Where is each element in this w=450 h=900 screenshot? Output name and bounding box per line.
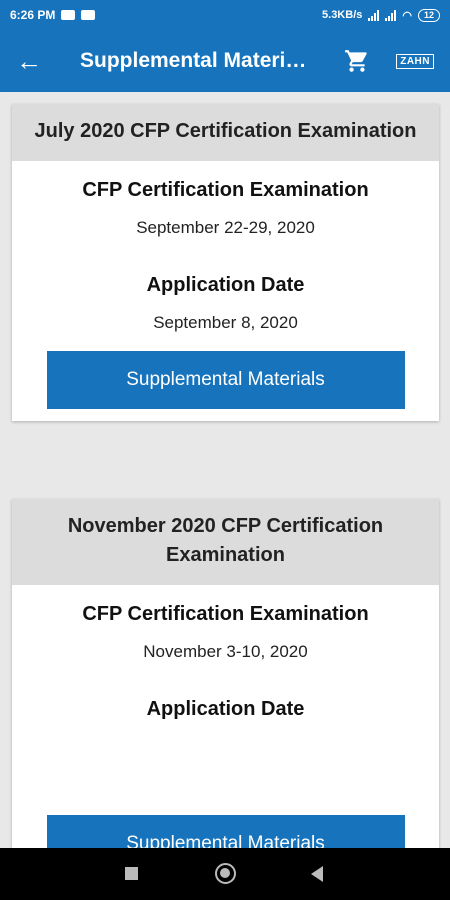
youtube-icon xyxy=(81,10,96,20)
supplemental-materials-button[interactable]: Supplemental Materials xyxy=(46,351,405,409)
exam-card: July 2020 CFP Certification Examination … xyxy=(12,104,439,421)
network-speed: 5.3KB/s xyxy=(322,9,363,21)
recents-icon[interactable] xyxy=(125,867,138,880)
back-triangle-icon[interactable] xyxy=(311,866,323,882)
card-body: CFP Certification Examination November 3… xyxy=(12,585,439,848)
shopping-cart-icon[interactable] xyxy=(344,48,370,74)
application-date-label: Application Date xyxy=(146,698,305,720)
application-date: September 8, 2020 xyxy=(153,313,298,332)
status-time: 6:26 PM xyxy=(10,8,56,22)
app-bar: ← Supplemental Materials ZAHN xyxy=(0,30,450,92)
status-bar: 6:26 PM 5.3KB/s ◠ 12 xyxy=(0,0,450,30)
message-icon xyxy=(61,10,76,20)
card-header: November 2020 CFP Certification Examinat… xyxy=(12,499,439,585)
page-title: Supplemental Materials xyxy=(80,49,312,72)
back-arrow-icon[interactable]: ← xyxy=(16,48,46,74)
application-date-label: Application Date xyxy=(146,274,305,296)
battery-icon: 12 xyxy=(417,8,440,22)
signal-2-icon xyxy=(385,9,397,21)
application-date xyxy=(12,737,439,797)
exam-label: CFP Certification Examination xyxy=(82,179,369,201)
exam-date: November 3-10, 2020 xyxy=(143,642,308,661)
wifi-icon: ◠ xyxy=(402,9,412,22)
card-body: CFP Certification Examination September … xyxy=(12,161,439,421)
home-icon[interactable] xyxy=(215,863,236,884)
system-nav-bar xyxy=(0,848,450,900)
supplemental-materials-button[interactable]: Supplemental Materials xyxy=(46,815,405,848)
card-header: July 2020 CFP Certification Examination xyxy=(12,104,439,161)
exam-date: September 22-29, 2020 xyxy=(136,218,315,237)
content-list[interactable]: July 2020 CFP Certification Examination … xyxy=(0,92,450,848)
exam-card: November 2020 CFP Certification Examinat… xyxy=(12,499,439,848)
signal-icon xyxy=(368,9,380,21)
zahn-logo: ZAHN xyxy=(396,53,434,69)
exam-label: CFP Certification Examination xyxy=(82,603,369,625)
